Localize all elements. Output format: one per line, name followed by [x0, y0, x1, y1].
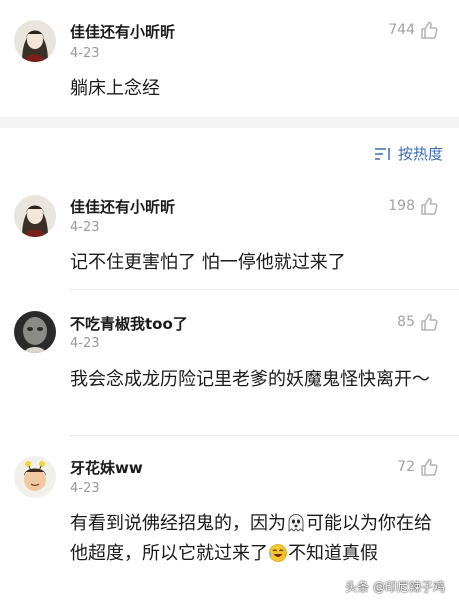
thumbs-up-icon[interactable] [419, 457, 439, 477]
thumbs-up-icon[interactable] [419, 196, 439, 216]
thumbs-up-icon[interactable] [419, 20, 439, 40]
like-count: 744 [388, 22, 415, 38]
avatar[interactable] [14, 456, 56, 498]
like-count: 198 [388, 198, 415, 214]
comment-text: 躺床上念经 [70, 78, 160, 99]
divider [70, 435, 459, 436]
avatar[interactable] [14, 311, 56, 353]
username[interactable]: 佳佳还有小昕昕 [70, 21, 175, 42]
like-control[interactable]: 85 [397, 312, 439, 332]
username[interactable]: 牙花妹ww [70, 457, 143, 478]
comment-date: 4-23 [70, 481, 100, 496]
like-count: 72 [397, 459, 415, 475]
section-separator [0, 117, 459, 128]
avatar[interactable] [14, 195, 56, 237]
sort-label: 按热度 [397, 145, 443, 163]
sort-by-hot-button[interactable]: 按热度 [374, 143, 443, 164]
username[interactable]: 佳佳还有小昕昕 [70, 196, 175, 217]
comment-date: 4-23 [70, 46, 100, 61]
comment-text-part: 有看到说佛经招鬼的，因为 [70, 513, 286, 534]
ghost-emoji-icon [288, 513, 304, 533]
like-control[interactable]: 72 [397, 457, 439, 477]
comment-text: 我会念成龙历险记里老爹的妖魔鬼怪快离开～ [70, 369, 430, 390]
like-control[interactable]: 744 [388, 20, 439, 40]
crying-laughing-emoji-icon [269, 544, 287, 562]
sort-icon [374, 147, 390, 160]
comment-text: 有看到说佛经招鬼的，因为 可能以为你在给他超度，所以它就过来了 不知道真假 [70, 509, 445, 569]
comment-date: 4-23 [70, 336, 100, 351]
comment-text-part: 不知道真假 [288, 543, 378, 564]
comment-text: 记不住更害怕了 怕一停他就过来了 [70, 252, 346, 273]
like-control[interactable]: 198 [388, 196, 439, 216]
avatar[interactable] [14, 20, 56, 62]
like-count: 85 [397, 314, 415, 330]
divider [70, 289, 459, 290]
username[interactable]: 不吃青椒我too了 [70, 313, 188, 334]
watermark: 头条 @印尼辣子鸡 [345, 580, 445, 594]
comment-date: 4-23 [70, 220, 100, 235]
thumbs-up-icon[interactable] [419, 312, 439, 332]
